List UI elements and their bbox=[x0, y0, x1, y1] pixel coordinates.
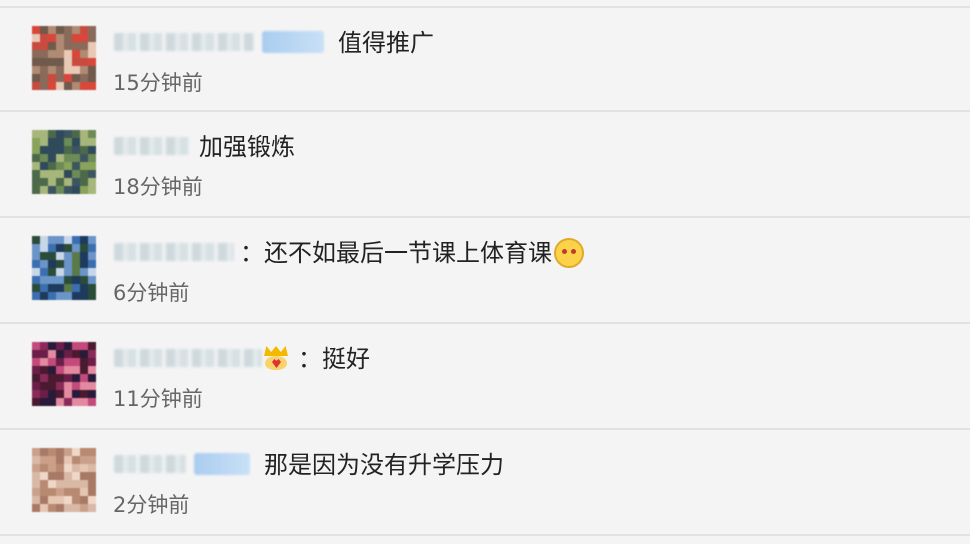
comment-text-content: 加强锻炼 bbox=[199, 133, 295, 161]
username-blurred[interactable] bbox=[114, 450, 250, 478]
comment-time: 11分钟前 bbox=[113, 387, 203, 411]
username-placeholder bbox=[114, 455, 186, 473]
user-badge bbox=[194, 453, 250, 475]
avatar[interactable] bbox=[32, 236, 96, 300]
username-placeholder bbox=[114, 33, 254, 51]
comment-text-content: 值得推广 bbox=[338, 29, 434, 57]
username-placeholder bbox=[114, 137, 190, 155]
comment-text-content: ：挺好 bbox=[298, 345, 370, 373]
comment-time: 2分钟前 bbox=[113, 493, 190, 517]
comment-item: 值得推广 15分钟前 bbox=[0, 6, 970, 112]
comment-item: ：还不如最后一节课上体育课 6分钟前 bbox=[0, 218, 970, 324]
comment-item: 加强锻炼 18分钟前 bbox=[0, 112, 970, 218]
avatar[interactable] bbox=[32, 26, 96, 90]
avatar[interactable] bbox=[32, 130, 96, 194]
username-blurred[interactable] bbox=[114, 344, 294, 372]
comment-text-content: ：还不如最后一节课上体育课 bbox=[240, 239, 552, 267]
comment-time: 15分钟前 bbox=[113, 71, 203, 95]
comment-text-content: 那是因为没有升学压力 bbox=[264, 451, 504, 479]
comment-time: 6分钟前 bbox=[113, 281, 190, 305]
crown-emoji-icon bbox=[262, 344, 290, 372]
comment-text: 那是因为没有升学压力 bbox=[264, 448, 504, 482]
avatar[interactable] bbox=[32, 448, 96, 512]
avatar[interactable] bbox=[32, 342, 96, 406]
comment-text: 值得推广 bbox=[338, 26, 434, 60]
smug-cat-emoji-icon bbox=[554, 238, 584, 268]
username-blurred[interactable] bbox=[114, 238, 234, 266]
username-placeholder bbox=[114, 243, 234, 261]
comment-text: ：还不如最后一节课上体育课 bbox=[240, 236, 586, 270]
comment-item: ：挺好 11分钟前 bbox=[0, 324, 970, 430]
comment-item: 那是因为没有升学压力 2分钟前 bbox=[0, 430, 970, 536]
comment-text: ：挺好 bbox=[298, 342, 370, 376]
username-blurred[interactable] bbox=[114, 132, 190, 160]
comment-list: 值得推广 15分钟前 加强锻炼 18分钟前 ：还不如最后一节课上体育课 6分钟前 bbox=[0, 0, 970, 544]
comment-time: 18分钟前 bbox=[113, 175, 203, 199]
username-blurred[interactable] bbox=[114, 28, 324, 56]
username-placeholder bbox=[114, 349, 262, 367]
comment-text: 加强锻炼 bbox=[199, 130, 295, 164]
user-badge bbox=[262, 31, 324, 53]
